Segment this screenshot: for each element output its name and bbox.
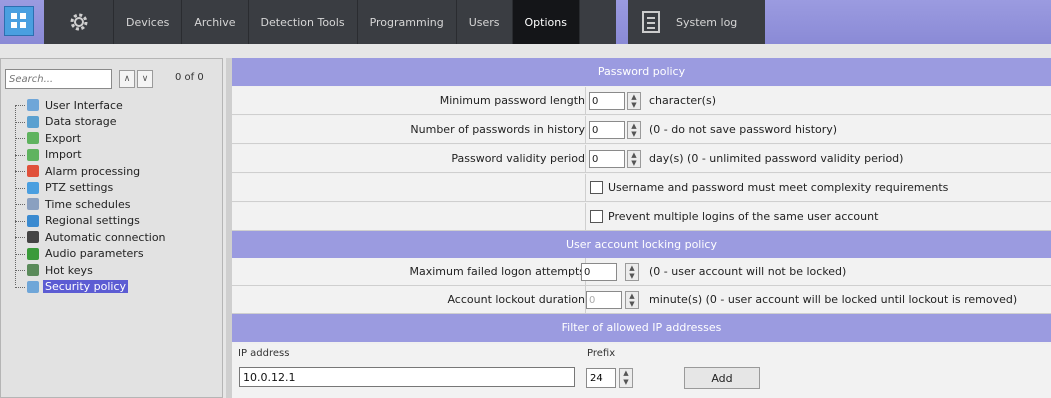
tab-users[interactable]: Users (457, 0, 513, 44)
top-toolbar: Devices Archive Detection Tools Programm… (0, 0, 1051, 44)
prefix-spinner[interactable]: ▲ ▼ (619, 368, 633, 388)
lockout-duration-label: Account lockout duration (447, 293, 585, 306)
tree-item-regional-settings[interactable]: Regional settings (15, 213, 168, 230)
max-attempts-spinner[interactable]: ▲ ▼ (625, 263, 639, 281)
password-validity-input[interactable] (589, 150, 625, 168)
password-validity-spinner[interactable]: ▲ ▼ (627, 150, 641, 168)
ip-filter-header: Filter of allowed IP addresses (232, 314, 1051, 342)
shield-icon (27, 280, 39, 293)
gear-icon (70, 13, 87, 31)
add-ip-button[interactable]: Add (684, 367, 760, 389)
password-history-hint: (0 - do not save password history) (649, 123, 838, 136)
tree-item-label: Audio parameters (45, 247, 144, 261)
chevron-down-icon[interactable]: ∨ (137, 70, 153, 88)
import-icon (27, 148, 39, 161)
tab-detection-tools[interactable]: Detection Tools (249, 0, 358, 44)
tree-item-label: Data storage (45, 115, 117, 129)
tree-item-label: PTZ settings (45, 181, 114, 195)
keyboard-icon (27, 264, 39, 277)
globe-icon (27, 214, 39, 227)
min-password-length-hint: character(s) (649, 94, 716, 107)
complexity-label: Username and password must meet complexi… (608, 181, 949, 194)
search-match-count: 0 of 0 (175, 72, 204, 83)
prefix-input[interactable] (586, 368, 616, 388)
tree-item-alarm-processing[interactable]: Alarm processing (15, 163, 168, 180)
min-password-length-spinner[interactable]: ▲ ▼ (627, 92, 641, 110)
tab-settings[interactable] (44, 0, 114, 44)
password-history-label: Number of passwords in history (410, 123, 585, 136)
password-policy-header: Password policy (232, 58, 1051, 86)
lockout-duration-hint: minute(s) (0 - user account will be lock… (649, 293, 1018, 306)
multiple-logins-row: Prevent multiple logins of the same user… (232, 203, 1051, 231)
multiple-logins-checkbox[interactable] (590, 210, 603, 223)
database-icon (27, 115, 39, 128)
tree-item-hot-keys[interactable]: Hot keys (15, 262, 168, 279)
tree-item-user-interface[interactable]: User Interface (15, 97, 168, 114)
prefix-label: Prefix (587, 348, 616, 359)
max-attempts-input[interactable] (581, 263, 617, 281)
lockout-duration-row: Account lockout duration ▲▼ minute(s) (0… (232, 286, 1051, 314)
tree-item-label: Import (45, 148, 82, 162)
monitor-icon (27, 99, 39, 112)
min-password-length-input[interactable] (589, 92, 625, 110)
max-attempts-label: Maximum failed logon attempts (409, 265, 585, 278)
search-bar: ∧ ∨ 0 of 0 (5, 69, 215, 89)
ip-address-input[interactable] (239, 367, 575, 387)
document-icon (642, 11, 660, 33)
system-log-label: System log (676, 15, 738, 29)
connection-icon (27, 231, 39, 244)
audio-icon (27, 247, 39, 260)
export-icon (27, 132, 39, 145)
tree-item-ptz-settings[interactable]: PTZ settings (15, 180, 168, 197)
password-history-row: Number of passwords in history ▲▼ (0 - d… (232, 116, 1051, 144)
tree-item-label: Alarm processing (45, 164, 141, 178)
multiple-logins-label: Prevent multiple logins of the same user… (608, 210, 879, 223)
ip-address-label: IP address (238, 348, 290, 359)
password-history-spinner[interactable]: ▲ ▼ (627, 121, 641, 139)
tree-item-import[interactable]: Import (15, 147, 168, 164)
min-password-length-row: Minimum password length ▲▼ character(s) (232, 87, 1051, 115)
max-attempts-row: Maximum failed logon attempts ▲▼ (0 - us… (232, 258, 1051, 286)
lockout-duration-input[interactable] (586, 291, 622, 309)
password-history-input[interactable] (589, 121, 625, 139)
tree-item-data-storage[interactable]: Data storage (15, 114, 168, 131)
tab-devices[interactable]: Devices (114, 0, 183, 44)
password-validity-row: Password validity period ▲▼ day(s) (0 - … (232, 145, 1051, 173)
tree-item-label: Automatic connection (45, 230, 166, 244)
locking-policy-header: User account locking policy (232, 231, 1051, 259)
max-attempts-hint: (0 - user account will not be locked) (649, 265, 847, 278)
tree-item-label: Time schedules (45, 197, 131, 211)
settings-tree: User Interface Data storage Export Import Al… (15, 97, 168, 295)
ip-filter-form: IP address Prefix ▲▼ Add (232, 344, 1051, 398)
alarm-icon (27, 165, 39, 178)
tab-archive[interactable]: Archive (182, 0, 249, 44)
tree-item-label: User Interface (45, 98, 123, 112)
ptz-icon (27, 181, 39, 194)
password-validity-label: Password validity period (451, 152, 585, 165)
settings-navigation-panel: ∧ ∨ 0 of 0 User Interface Data storage Exp… (0, 58, 223, 398)
tree-item-label: Regional settings (45, 214, 140, 228)
system-log-button[interactable]: System log (628, 0, 765, 44)
tree-item-label: Export (45, 131, 82, 145)
clock-icon (27, 198, 39, 211)
tab-programming[interactable]: Programming (358, 0, 457, 44)
complexity-checkbox[interactable] (590, 181, 603, 194)
min-password-length-label: Minimum password length (439, 94, 585, 107)
lockout-duration-spinner[interactable]: ▲ ▼ (625, 291, 639, 309)
tree-item-export[interactable]: Export (15, 130, 168, 147)
tree-item-audio-parameters[interactable]: Audio parameters (15, 246, 168, 263)
grid-icon[interactable] (4, 6, 34, 36)
password-validity-hint: day(s) (0 - unlimited password validity … (649, 152, 904, 165)
search-input[interactable] (5, 69, 112, 89)
tree-item-label: Hot keys (45, 263, 93, 277)
complexity-row: Username and password must meet complexi… (232, 174, 1051, 202)
tree-item-time-schedules[interactable]: Time schedules (15, 196, 168, 213)
tree-item-automatic-connection[interactable]: Automatic connection (15, 229, 168, 246)
tab-options[interactable]: Options (512, 0, 580, 44)
security-policy-settings: Password policy Minimum password length … (232, 58, 1051, 398)
chevron-up-icon[interactable]: ∧ (119, 70, 135, 88)
main-tabs: Devices Archive Detection Tools Programm… (44, 0, 616, 44)
tree-item-security-policy[interactable]: Security policy (15, 279, 168, 296)
tree-item-label: Security policy (43, 280, 129, 294)
